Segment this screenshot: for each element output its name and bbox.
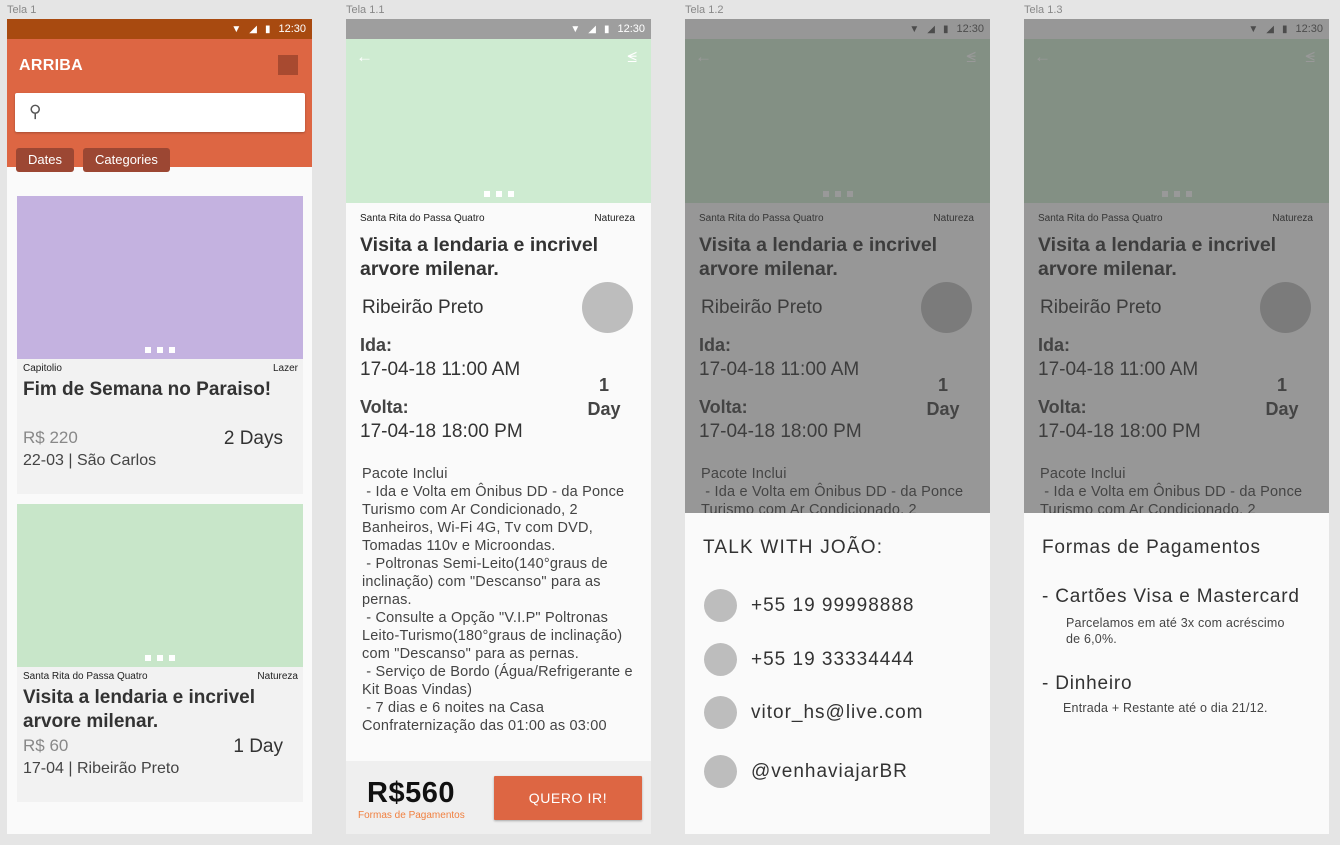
payment-methods-link[interactable]: Formas de Pagamentos bbox=[358, 810, 465, 821]
screen-label: Tela 1.1 bbox=[346, 4, 385, 16]
trip-category: Natureza bbox=[594, 213, 635, 224]
battery-icon: ▮ bbox=[603, 23, 610, 35]
back-arrow-icon[interactable]: ← bbox=[356, 47, 373, 67]
carousel-indicator bbox=[145, 655, 175, 661]
duration-number: 1 bbox=[598, 375, 609, 395]
payment-sheet-screen: ▼ ◢ ▮ 12:30 ← ⪬ Santa Rita do Passa Quat… bbox=[1024, 19, 1329, 834]
payment-sheet: Formas de Pagamentos - Cartões Visa e Ma… bbox=[1024, 513, 1329, 834]
trip-title: Fim de Semana no Paraiso! bbox=[23, 379, 272, 400]
status-bar: ▼ ◢ ▮ 12:30 bbox=[7, 19, 312, 39]
screen-label: Tela 1 bbox=[7, 4, 37, 16]
signal-icon: ◢ bbox=[588, 23, 596, 35]
departure-city: Ribeirão Preto bbox=[362, 297, 484, 318]
dim-overlay[interactable] bbox=[1024, 19, 1329, 513]
trip-detail-screen: ▼ ◢ ▮ 12:30 ← ⪬ Santa Rita do Passa Quat… bbox=[346, 19, 651, 834]
wifi-icon: ▼ bbox=[570, 23, 581, 35]
status-bar: ▼ ◢ ▮ 12:30 bbox=[346, 19, 651, 39]
payment-cards-description: Parcelamos em até 3x com acréscimo de 6,… bbox=[1066, 616, 1285, 646]
trip-category: Lazer bbox=[272, 363, 298, 374]
home-screen: ▼ ◢ ▮ 12:30 ARRIBA ⚲ Dates Categories Ca… bbox=[7, 19, 312, 834]
app-title: ARRIBA bbox=[19, 57, 84, 74]
wifi-icon: ▼ bbox=[231, 23, 242, 35]
email-icon bbox=[704, 696, 737, 729]
trip-place: Capitolio bbox=[23, 363, 62, 374]
social-icon bbox=[704, 755, 737, 788]
quero-ir-button[interactable]: QUERO IR! bbox=[494, 776, 642, 820]
contact-social[interactable]: @venhaviajarBR bbox=[704, 755, 908, 788]
contact-email[interactable]: vitor_hs@live.com bbox=[704, 696, 924, 729]
ida-label: Ida: bbox=[360, 335, 393, 355]
trip-image bbox=[17, 196, 303, 359]
volta-label: Volta: bbox=[360, 397, 409, 417]
trip-card[interactable]: Santa Rita do Passa Quatro Natureza Visit… bbox=[17, 504, 303, 802]
duration-unit: Day bbox=[587, 399, 621, 419]
status-time: 12:30 bbox=[278, 23, 306, 35]
trip-image bbox=[17, 504, 303, 667]
trip-category: Natureza bbox=[257, 671, 298, 682]
battery-icon: ▮ bbox=[264, 23, 271, 35]
trip-duration: 1 Day bbox=[586, 373, 622, 421]
carousel-indicator bbox=[483, 191, 514, 197]
volta-value: 17-04-18 18:00 PM bbox=[360, 421, 523, 442]
contact-sheet-screen: ▼ ◢ ▮ 12:30 ← ⪬ Santa Rita do Passa Quat… bbox=[685, 19, 990, 834]
package-description: Pacote Inclui - Ida e Volta em Ônibus DD… bbox=[362, 466, 633, 734]
share-icon[interactable]: ⪬ bbox=[627, 47, 637, 67]
screen-label: Tela 1.2 bbox=[685, 4, 724, 16]
ida-value: 17-04-18 11:00 AM bbox=[360, 359, 521, 380]
payment-option-cards[interactable]: - Cartões Visa e Mastercard bbox=[1042, 586, 1300, 608]
dim-overlay[interactable] bbox=[685, 19, 990, 513]
phone-icon bbox=[704, 589, 737, 622]
categories-filter-button[interactable]: Categories bbox=[83, 148, 170, 172]
menu-button[interactable] bbox=[278, 55, 298, 75]
carousel-indicator bbox=[145, 347, 175, 353]
trip-hero-image: ← ⪬ bbox=[346, 39, 651, 203]
dates-filter-button[interactable]: Dates bbox=[16, 148, 74, 172]
guide-avatar[interactable] bbox=[582, 282, 633, 333]
trip-title: Visita a lendaria e incrivel arvore mile… bbox=[360, 234, 599, 280]
trip-date-city: 17-04 | Ribeirão Preto bbox=[23, 760, 180, 777]
trip-total-price: R$560 bbox=[367, 777, 455, 809]
trip-card[interactable]: Capitolio Lazer Fim de Semana no Paraiso!… bbox=[17, 196, 303, 494]
contact-sheet-title: TALK WITH JOÃO: bbox=[703, 537, 884, 558]
signal-icon: ◢ bbox=[249, 23, 257, 35]
trip-price: R$ 60 bbox=[23, 736, 69, 755]
phone-icon bbox=[704, 643, 737, 676]
trip-date-city: 22-03 | São Carlos bbox=[23, 452, 157, 469]
contact-sheet: TALK WITH JOÃO: +55 19 99998888 +55 19 3… bbox=[685, 513, 990, 834]
contact-phone-1[interactable]: +55 19 99998888 bbox=[704, 589, 914, 622]
trip-duration: 1 Day bbox=[233, 736, 283, 757]
payment-sheet-title: Formas de Pagamentos bbox=[1042, 537, 1261, 558]
trip-duration: 2 Days bbox=[223, 428, 283, 449]
trip-place: Santa Rita do Passa Quatro bbox=[360, 213, 485, 224]
purchase-footer: R$560 Formas de Pagamentos QUERO IR! bbox=[346, 761, 651, 834]
search-input[interactable]: ⚲ bbox=[15, 93, 305, 132]
trip-place: Santa Rita do Passa Quatro bbox=[23, 671, 148, 682]
search-icon: ⚲ bbox=[29, 102, 42, 121]
trip-price: R$ 220 bbox=[23, 428, 78, 447]
payment-option-cash[interactable]: - Dinheiro bbox=[1042, 673, 1132, 695]
status-time: 12:30 bbox=[617, 23, 645, 35]
trip-title: Visita a lendaria e incrivel arvore mile… bbox=[23, 687, 255, 732]
contact-phone-2[interactable]: +55 19 33334444 bbox=[704, 643, 914, 676]
payment-cash-description: Entrada + Restante até o dia 21/12. bbox=[1063, 701, 1268, 715]
app-bar: ▼ ◢ ▮ 12:30 ARRIBA ⚲ Dates Categories bbox=[7, 19, 312, 172]
screen-label: Tela 1.3 bbox=[1024, 4, 1063, 16]
